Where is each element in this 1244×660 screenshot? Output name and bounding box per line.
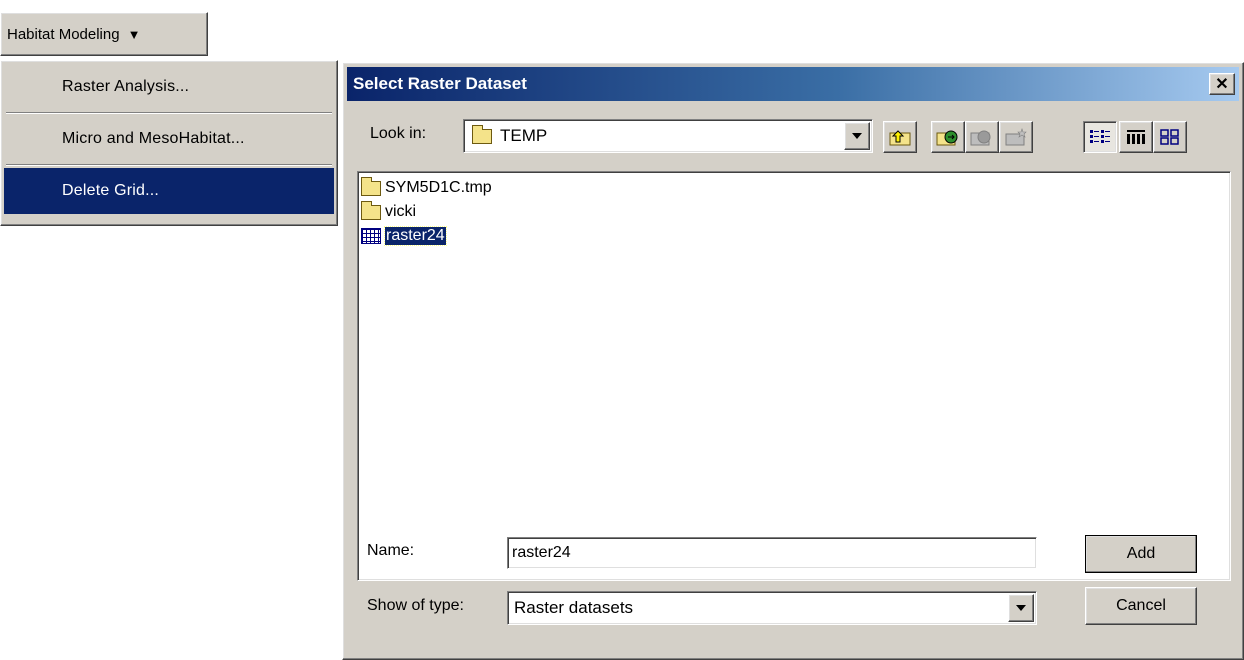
- folder-icon: [361, 176, 381, 196]
- list-item[interactable]: SYM5D1C.tmp: [361, 176, 1227, 200]
- look-in-value: TEMP: [500, 126, 548, 145]
- file-name: raster24: [384, 226, 447, 246]
- menu-separator: [6, 112, 332, 114]
- list-view-button[interactable]: [1083, 121, 1117, 153]
- menu-separator: [6, 164, 332, 166]
- chevron-down-icon: [852, 133, 862, 139]
- name-field[interactable]: [507, 537, 1037, 569]
- connect-folder-button[interactable]: [931, 121, 965, 153]
- new-folder-icon: [1005, 128, 1027, 146]
- connect-folder-icon: [936, 130, 958, 146]
- menu-item-micro-mesohabitat[interactable]: Micro and MesoHabitat...: [4, 116, 334, 162]
- select-raster-dataset-dialog: Select Raster Dataset ✕ Look in: TEMP SY…: [342, 62, 1244, 660]
- close-button[interactable]: ✕: [1209, 73, 1235, 95]
- list-item-selected[interactable]: raster24: [361, 224, 1227, 248]
- chevron-down-icon: [1016, 605, 1026, 611]
- show-of-type-value: Raster datasets: [514, 598, 634, 617]
- disconnect-folder-button[interactable]: [965, 121, 999, 153]
- look-in-label: Look in:: [370, 125, 427, 142]
- habitat-modeling-menu-button[interactable]: Habitat Modeling ▼: [0, 12, 208, 56]
- raster-grid-icon: [361, 228, 381, 244]
- details-view-button[interactable]: [1119, 121, 1153, 153]
- list-view-icon: [1090, 130, 1110, 143]
- up-folder-icon: [889, 130, 911, 146]
- folder-icon: [472, 124, 492, 144]
- habitat-modeling-menu: Raster Analysis... Micro and MesoHabitat…: [0, 60, 338, 226]
- thumbnails-view-icon: [1160, 129, 1179, 145]
- dialog-title: Select Raster Dataset: [353, 74, 527, 93]
- cancel-button[interactable]: Cancel: [1085, 587, 1197, 625]
- show-of-type-dropdown-arrow[interactable]: [1008, 594, 1034, 622]
- list-item[interactable]: vicki: [361, 200, 1227, 224]
- file-name: SYM5D1C.tmp: [385, 179, 492, 196]
- name-label: Name:: [367, 542, 415, 559]
- look-in-combo[interactable]: TEMP: [463, 119, 873, 153]
- dialog-titlebar[interactable]: Select Raster Dataset ✕: [347, 67, 1239, 101]
- close-icon: ✕: [1215, 76, 1229, 93]
- menu-item-raster-analysis[interactable]: Raster Analysis...: [4, 64, 334, 110]
- thumbnails-view-button[interactable]: [1153, 121, 1187, 153]
- up-one-level-button[interactable]: [883, 121, 917, 153]
- disconnect-folder-icon: [970, 130, 991, 146]
- details-view-icon: [1127, 130, 1145, 144]
- menu-item-delete-grid[interactable]: Delete Grid...: [4, 168, 334, 214]
- menu-button-label: Habitat Modeling: [7, 25, 120, 43]
- dropdown-caret-icon: ▼: [127, 26, 141, 42]
- folder-icon: [361, 200, 381, 220]
- file-name: vicki: [385, 203, 417, 220]
- new-folder-button[interactable]: [999, 121, 1033, 153]
- add-button[interactable]: Add: [1085, 535, 1197, 573]
- file-list[interactable]: SYM5D1C.tmp vicki raster24: [357, 171, 1231, 581]
- show-of-type-combo[interactable]: Raster datasets: [507, 591, 1037, 625]
- look-in-dropdown-arrow[interactable]: [844, 122, 870, 150]
- show-of-type-label: Show of type:: [367, 597, 464, 614]
